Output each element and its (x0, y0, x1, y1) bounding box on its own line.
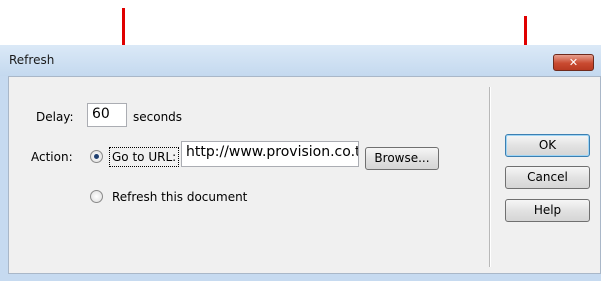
refresh-document-radio[interactable] (90, 190, 103, 203)
goto-url-radio[interactable] (90, 150, 103, 163)
delay-input[interactable]: 60 (87, 103, 127, 127)
url-input[interactable]: http://www.provision.co.th (181, 141, 359, 167)
help-button[interactable]: Help (505, 199, 590, 222)
goto-url-label[interactable]: Go to URL: (109, 147, 180, 167)
refresh-document-label[interactable]: Refresh this document (112, 190, 247, 204)
title-bar: Refresh ✕ (0, 45, 601, 76)
browse-button[interactable]: Browse... (365, 147, 439, 170)
ok-button[interactable]: OK (505, 134, 590, 157)
dialog-body: Delay: 60 seconds Action: Go to URL: htt… (8, 76, 601, 274)
close-button[interactable]: ✕ (553, 54, 594, 71)
delay-label: Delay: (36, 110, 74, 124)
button-divider (489, 87, 491, 267)
window-title: Refresh (9, 53, 55, 67)
refresh-dialog: Refresh ✕ Delay: 60 seconds Action: Go t… (0, 45, 601, 281)
cancel-button[interactable]: Cancel (505, 166, 590, 189)
action-label: Action: (31, 150, 73, 164)
delay-unit-label: seconds (133, 110, 183, 124)
